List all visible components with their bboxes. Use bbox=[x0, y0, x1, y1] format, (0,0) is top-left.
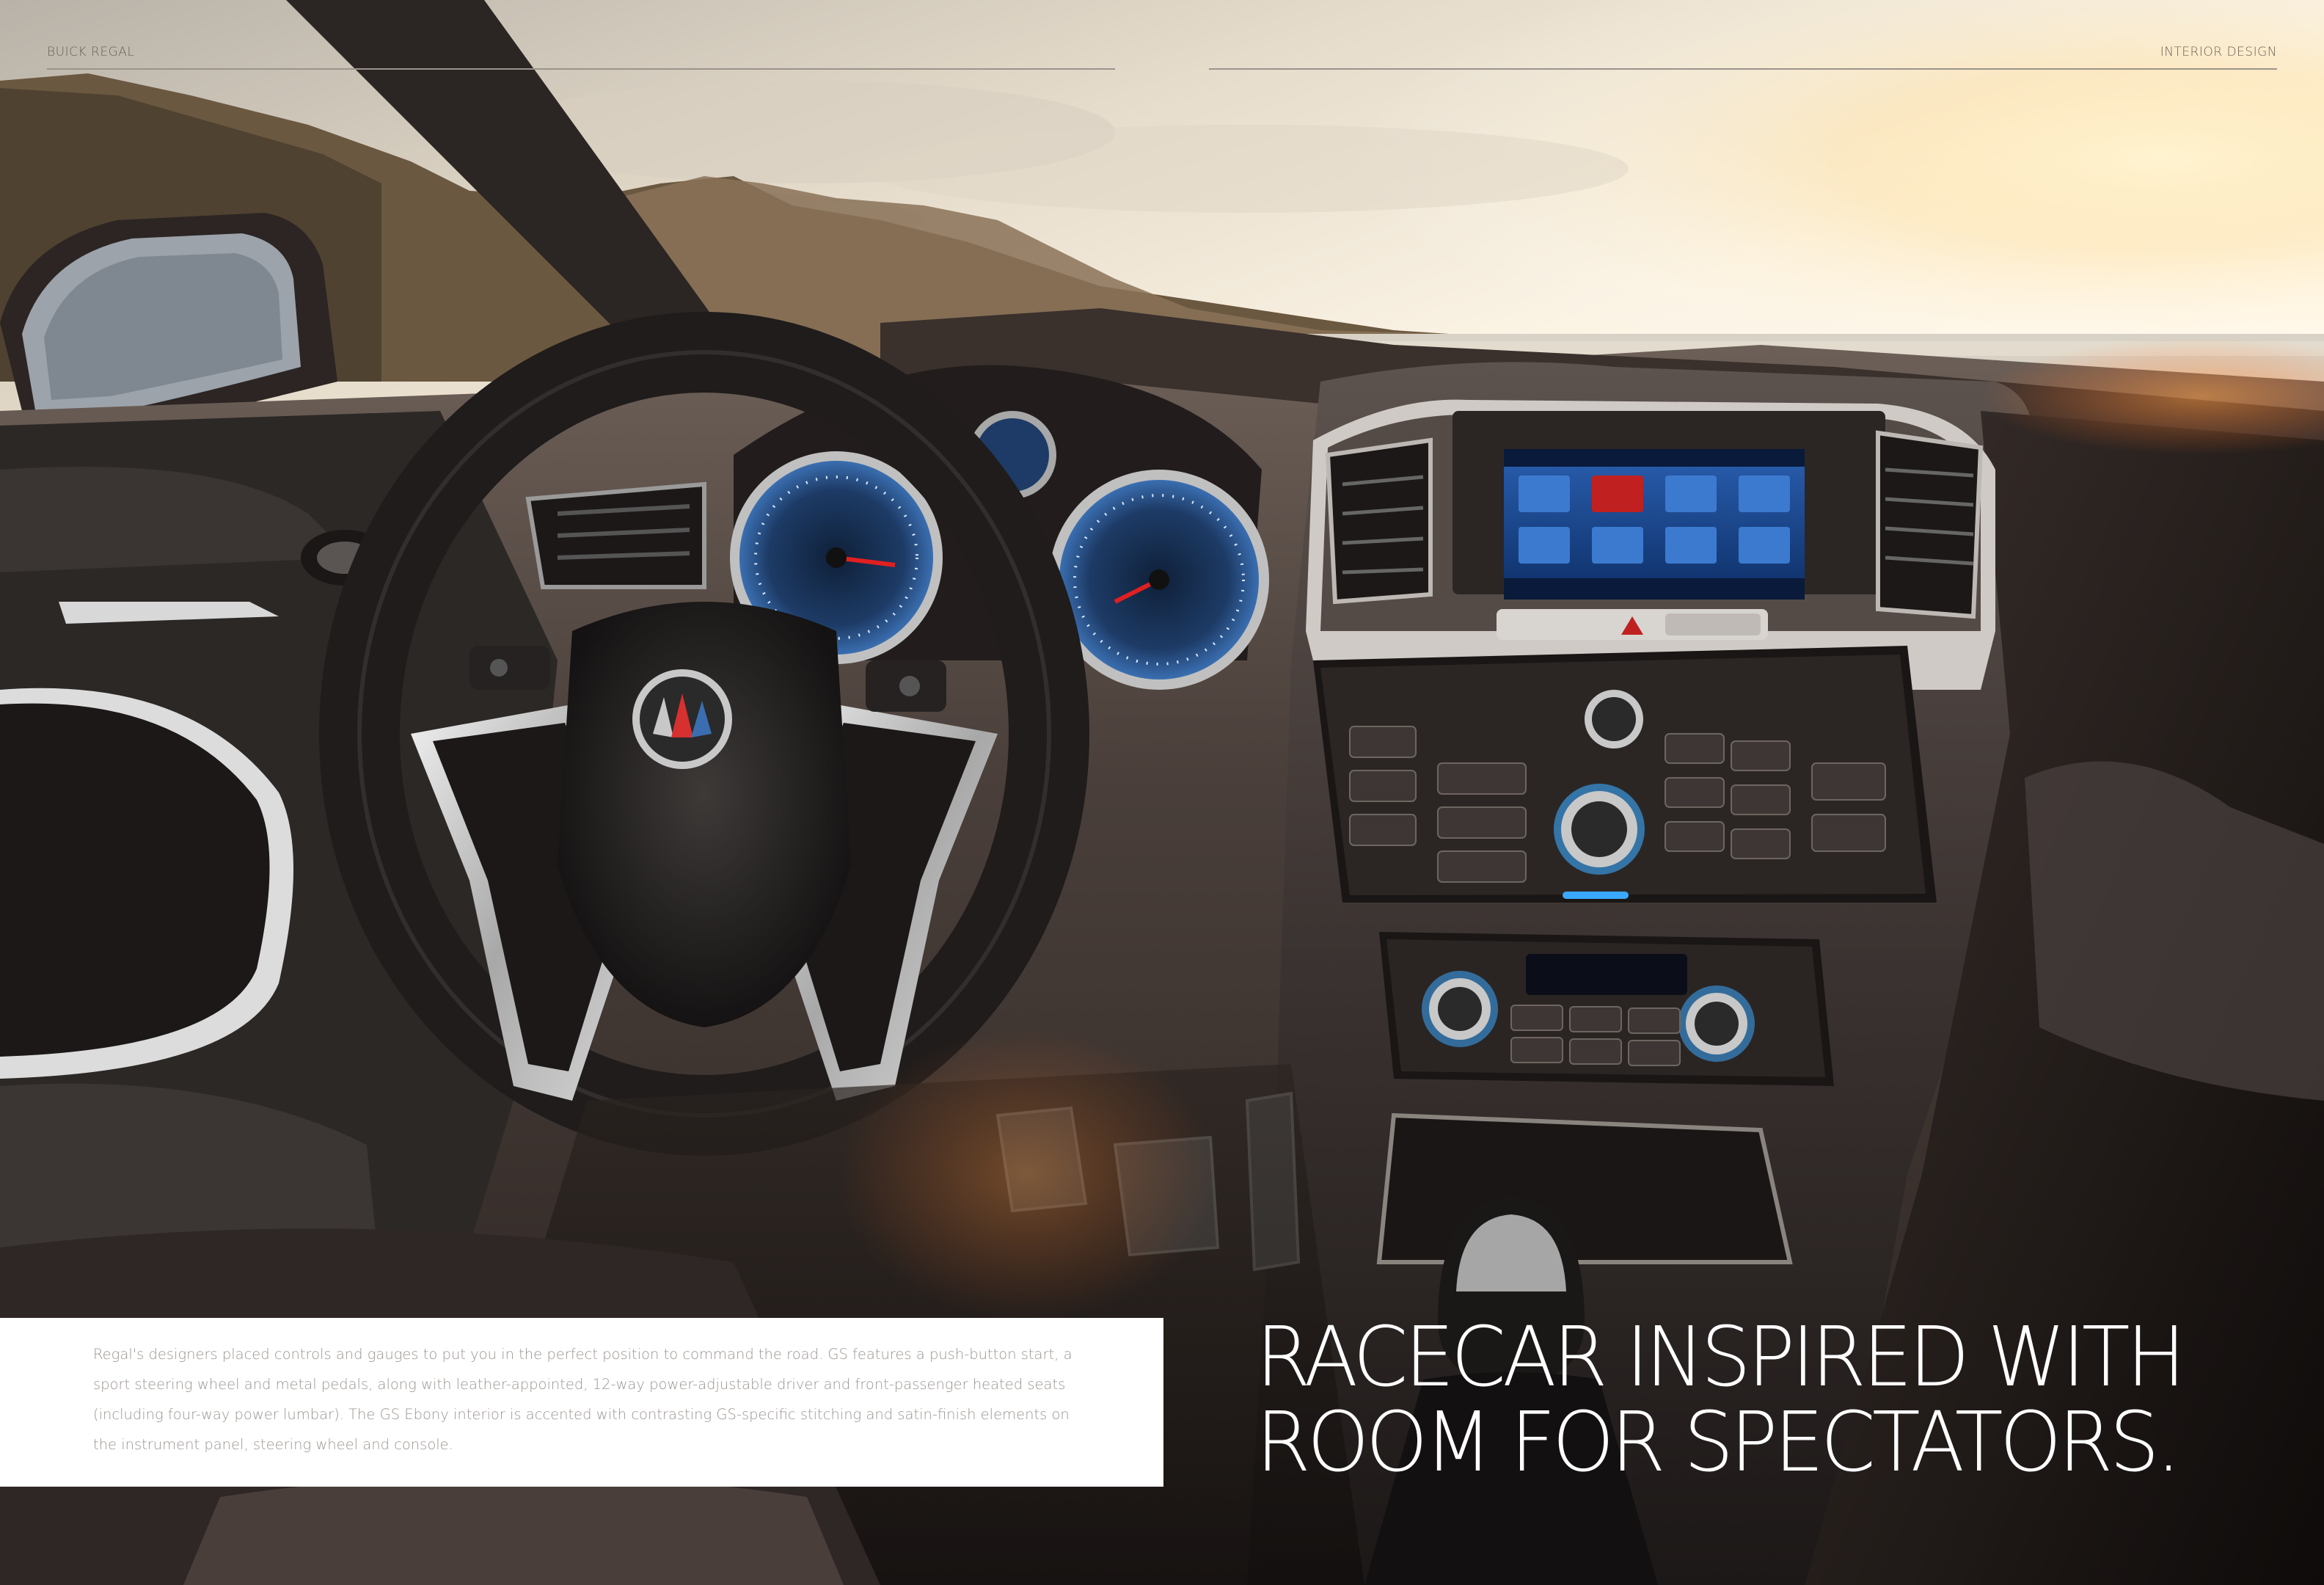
header-rule-right bbox=[1209, 68, 2277, 70]
body-copy: Regal's designers placed controls and ga… bbox=[93, 1346, 1073, 1453]
header-rule-left bbox=[47, 68, 1115, 70]
running-head-left: BUICK REGAL bbox=[47, 45, 135, 59]
headline-line-2: ROOM FOR SPECTATORS. bbox=[1256, 1395, 2181, 1490]
headline: RACECAR INSPIRED WITH ROOM FOR SPECTATOR… bbox=[1256, 1315, 2270, 1485]
headline-line-1: RACECAR INSPIRED WITH bbox=[1256, 1310, 2186, 1405]
running-head-right: INTERIOR DESIGN bbox=[2160, 45, 2277, 59]
